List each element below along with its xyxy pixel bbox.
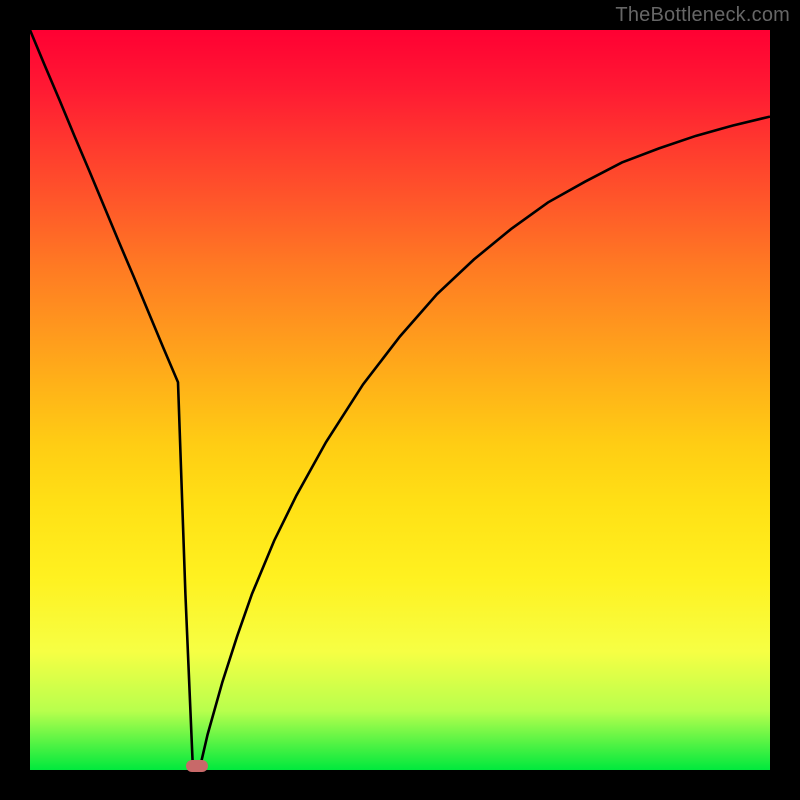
bottleneck-marker: [186, 760, 208, 772]
plot-area: [30, 30, 770, 770]
curve-line: [30, 30, 770, 766]
watermark-text: TheBottleneck.com: [615, 4, 790, 27]
curve-svg: [30, 30, 770, 770]
chart-frame: TheBottleneck.com: [0, 0, 800, 800]
